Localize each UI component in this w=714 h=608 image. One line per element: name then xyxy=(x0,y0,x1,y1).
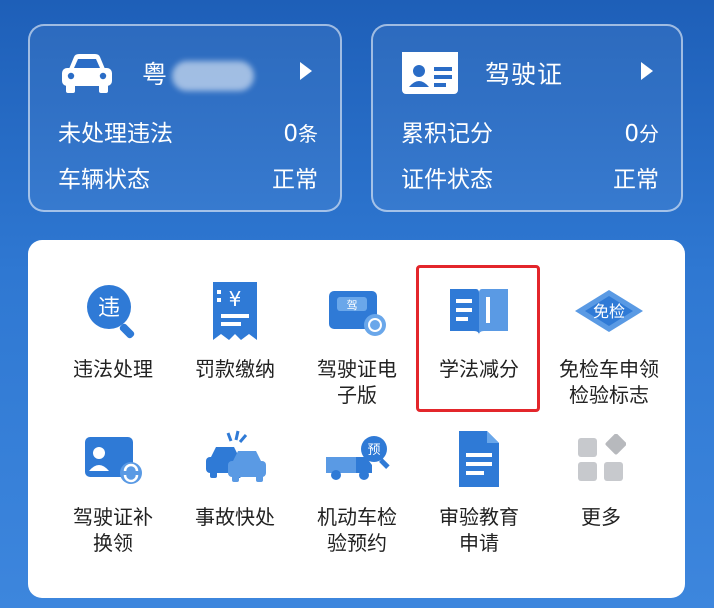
service-label: 更多 xyxy=(581,505,621,529)
svg-text:驾: 驾 xyxy=(347,299,358,312)
exempt-inspection-icon: 免检 xyxy=(536,272,682,350)
arrow-right-icon[interactable] xyxy=(641,62,653,80)
service-label: 违法处理 xyxy=(73,357,153,381)
violation-label: 未处理违法 xyxy=(58,121,173,147)
service-label: 驾驶证电 子版 xyxy=(317,357,397,407)
vehicle-status-row: 车辆状态 正常 xyxy=(58,160,318,194)
violation-value: 0条 xyxy=(283,121,318,147)
vehicle-status-value: 正常 xyxy=(272,167,318,193)
service-label: 罚款缴纳 xyxy=(195,357,275,381)
service-inspection-booking[interactable]: 预 机动车检 验预约 xyxy=(292,420,422,556)
license-title: 驾驶证 xyxy=(485,60,564,89)
svg-text:免检: 免检 xyxy=(593,302,625,321)
points-value: 0分 xyxy=(624,121,659,147)
violation-row: 未处理违法 0条 xyxy=(58,114,318,148)
service-more[interactable]: 更多 xyxy=(536,420,666,530)
service-license-replace[interactable]: 驾驶证补 换领 xyxy=(48,420,178,556)
plate-redaction xyxy=(172,61,255,91)
e-license-icon: 驾 xyxy=(292,272,422,350)
id-card-icon xyxy=(401,50,459,96)
accident-icon xyxy=(170,420,300,498)
plate-number: 粤 xyxy=(142,55,255,91)
document-icon xyxy=(414,420,544,498)
svg-text:违: 违 xyxy=(98,296,120,321)
license-card[interactable]: 驾驶证 累积记分 0分 证件状态 正常 xyxy=(371,24,683,212)
service-violation-handling[interactable]: 违 违法处理 xyxy=(48,272,178,382)
vehicle-card[interactable]: 粤 未处理违法 0条 车辆状态 正常 xyxy=(28,24,342,212)
violation-icon: 违 xyxy=(48,272,178,350)
service-accident-quick[interactable]: 事故快处 xyxy=(170,420,300,530)
service-label: 审验教育 申请 xyxy=(439,505,519,555)
service-review-education[interactable]: 审验教育 申请 xyxy=(414,420,544,556)
license-status-value: 正常 xyxy=(613,167,659,193)
vehicle-status-label: 车辆状态 xyxy=(58,167,150,193)
car-icon xyxy=(58,50,116,96)
points-row: 累积记分 0分 xyxy=(401,114,659,148)
more-grid-icon xyxy=(536,420,666,498)
service-exempt-inspection[interactable]: 免检 免检车申领 检验标志 xyxy=(536,272,682,408)
license-replace-icon xyxy=(48,420,178,498)
services-panel: 违 违法处理 ¥ 罚款缴纳 驾 驾驶证电 子版 学法减分 免检 免检车申领 检验… xyxy=(28,240,685,598)
inspection-booking-icon: 预 xyxy=(292,420,422,498)
arrow-right-icon[interactable] xyxy=(300,62,312,80)
service-fine-payment[interactable]: ¥ 罚款缴纳 xyxy=(170,272,300,382)
highlight-frame xyxy=(416,265,540,412)
service-label: 机动车检 验预约 xyxy=(317,505,397,555)
vehicle-card-header[interactable]: 粤 xyxy=(58,48,316,98)
service-label: 事故快处 xyxy=(195,505,275,529)
points-label: 累积记分 xyxy=(401,121,493,147)
service-e-license[interactable]: 驾 驾驶证电 子版 xyxy=(292,272,422,408)
fine-payment-icon: ¥ xyxy=(170,272,300,350)
service-label: 驾驶证补 换领 xyxy=(73,505,153,555)
service-label: 免检车申领 检验标志 xyxy=(559,357,659,407)
license-status-row: 证件状态 正常 xyxy=(401,160,659,194)
license-card-header[interactable]: 驾驶证 xyxy=(401,48,657,98)
svg-text:¥: ¥ xyxy=(229,287,242,311)
svg-text:预: 预 xyxy=(367,443,380,458)
license-status-label: 证件状态 xyxy=(401,167,493,193)
